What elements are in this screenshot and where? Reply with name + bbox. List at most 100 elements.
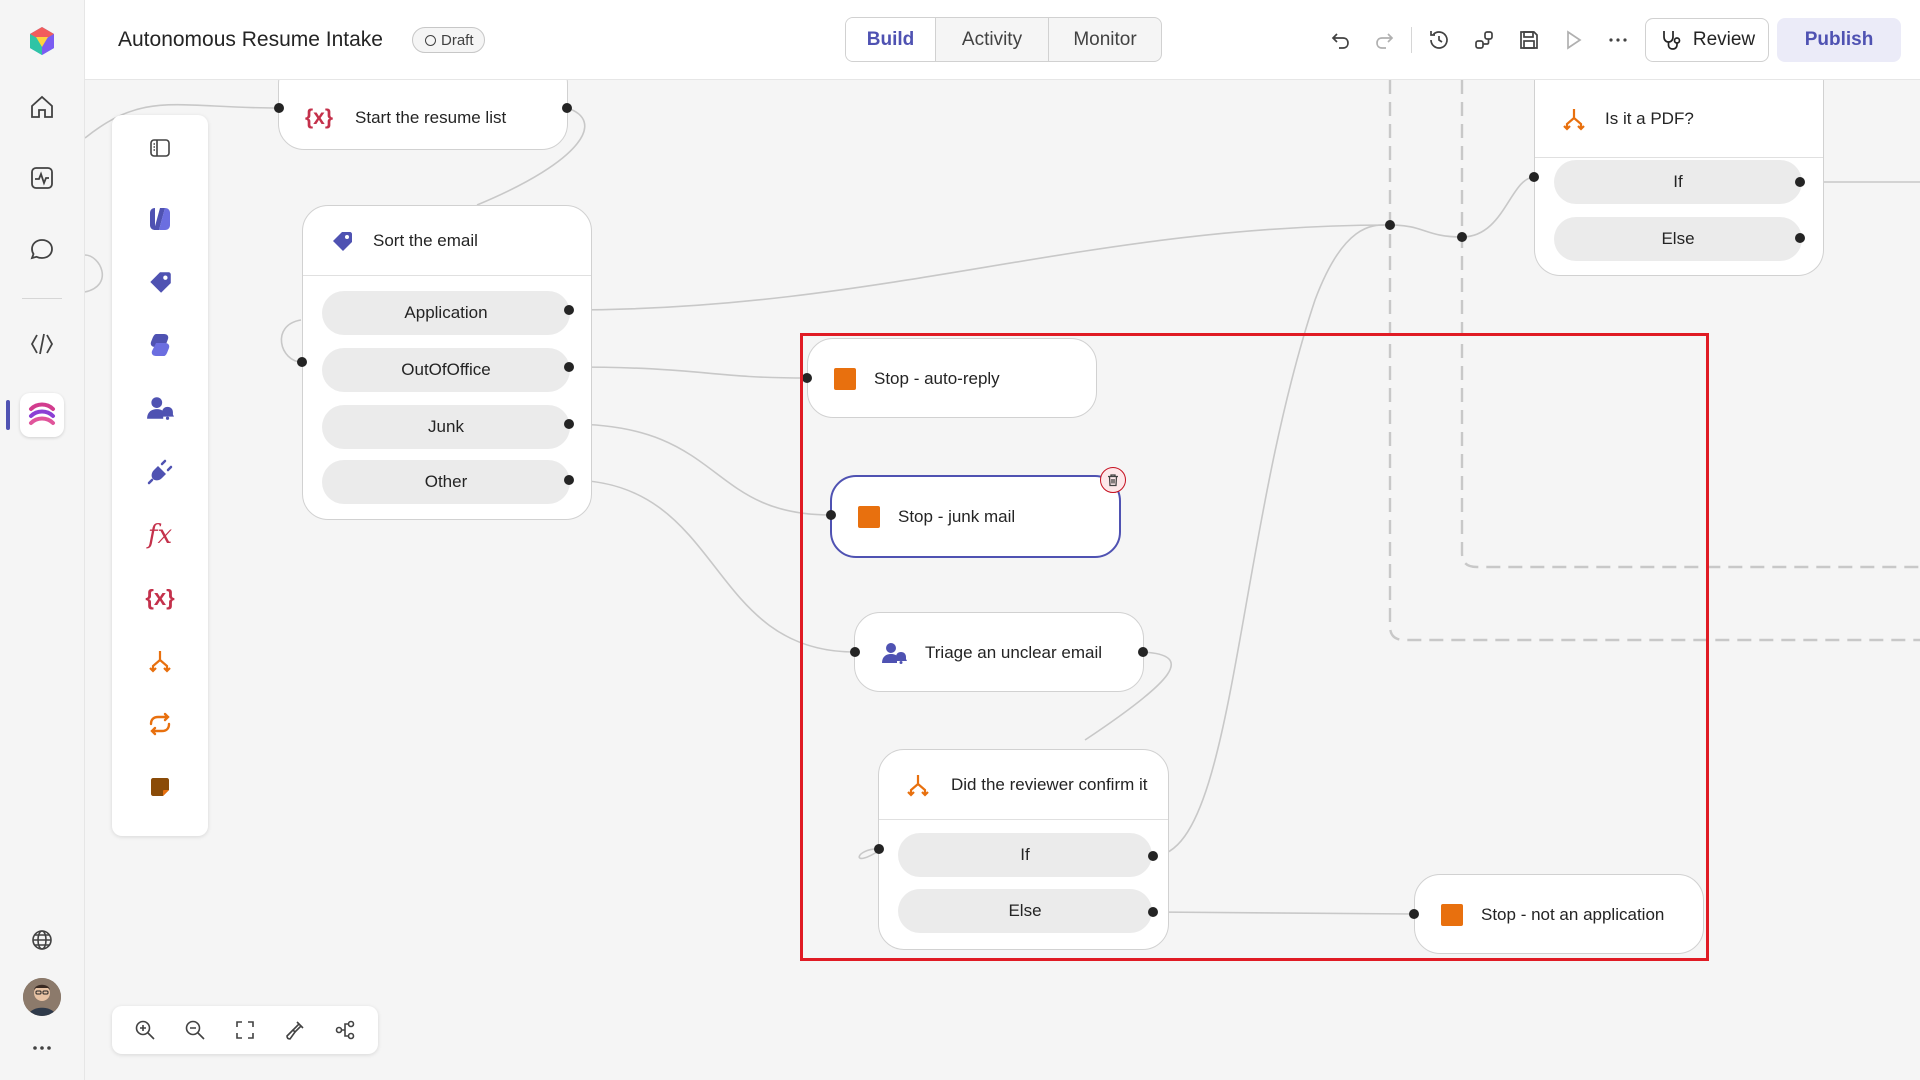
- stop-icon: [834, 368, 856, 390]
- trash-icon: [1108, 474, 1118, 487]
- loop-icon[interactable]: [140, 704, 180, 744]
- condition-icon: [907, 774, 929, 797]
- more-icon[interactable]: [20, 1026, 64, 1070]
- node-reviewer-confirm[interactable]: Did the reviewer confirm it If Else: [878, 749, 1169, 950]
- node-stop-not-application[interactable]: Stop - not an application: [1414, 874, 1704, 954]
- app-logo[interactable]: [20, 19, 64, 63]
- note-icon[interactable]: [140, 767, 180, 807]
- history-icon[interactable]: [1421, 22, 1457, 58]
- wire-reviewer-if: [1152, 224, 1391, 857]
- port-out-application[interactable]: [564, 305, 574, 315]
- review-label: Review: [1692, 29, 1756, 50]
- chat-icon[interactable]: [20, 228, 64, 272]
- wire-left-edge: [85, 254, 104, 293]
- branch-junk[interactable]: Junk: [322, 405, 570, 449]
- port-in[interactable]: [850, 647, 860, 657]
- port-out-if[interactable]: [1148, 851, 1158, 861]
- wire-other: [568, 479, 856, 653]
- port-in[interactable]: [297, 357, 307, 367]
- agent-icon[interactable]: [140, 199, 180, 239]
- fit-view-icon[interactable]: [227, 1012, 263, 1048]
- status-badge: Draft: [412, 27, 485, 53]
- globe-icon[interactable]: [20, 918, 64, 962]
- flow-canvas[interactable]: {x} Start the resume list Sort the email…: [85, 58, 1920, 1080]
- code-icon[interactable]: [20, 322, 64, 366]
- tab-build[interactable]: Build: [846, 18, 935, 61]
- activity-icon[interactable]: [20, 156, 64, 200]
- stop-icon: [1441, 904, 1463, 926]
- human-review-icon: [882, 643, 907, 664]
- formula-icon[interactable]: fx: [140, 515, 180, 555]
- draft-circle-icon: [425, 34, 436, 46]
- branch-if[interactable]: If: [898, 833, 1152, 877]
- branch-other[interactable]: Other: [322, 460, 570, 504]
- node-label: Start the resume list: [355, 108, 507, 127]
- stop-icon: [858, 506, 880, 528]
- port-out-else[interactable]: [1148, 907, 1158, 917]
- port-out[interactable]: [1138, 647, 1148, 657]
- port-in[interactable]: [1529, 172, 1539, 182]
- variable-icon[interactable]: {x}: [140, 578, 180, 618]
- tag-icon[interactable]: [140, 262, 180, 302]
- publish-button[interactable]: Publish: [1777, 18, 1901, 62]
- stethoscope-icon: [1662, 31, 1681, 50]
- port-out-other[interactable]: [564, 475, 574, 485]
- port-in[interactable]: [274, 103, 284, 113]
- port-in[interactable]: [874, 844, 884, 854]
- junction-dot: [1385, 220, 1395, 230]
- connections-icon[interactable]: [1466, 22, 1502, 58]
- node-stop-auto-reply[interactable]: Stop - auto-reply: [807, 338, 1097, 418]
- play-icon[interactable]: [1555, 22, 1591, 58]
- node-stop-junk-mail[interactable]: Stop - junk mail: [830, 475, 1121, 558]
- node-label: Triage an unclear email: [925, 643, 1103, 662]
- zoom-in-icon[interactable]: [127, 1012, 163, 1048]
- panel-toggle-icon[interactable]: [140, 128, 180, 168]
- status-badge-label: Draft: [441, 31, 474, 49]
- port-in[interactable]: [802, 373, 812, 383]
- save-icon[interactable]: [1511, 22, 1547, 58]
- tab-monitor[interactable]: Monitor: [1048, 18, 1161, 61]
- port-out-if[interactable]: [1795, 177, 1805, 187]
- node-is-pdf[interactable]: Is it a PDF? If Else: [1534, 80, 1824, 276]
- tab-activity[interactable]: Activity: [935, 18, 1048, 61]
- port-out[interactable]: [562, 103, 572, 113]
- home-icon[interactable]: [20, 85, 64, 129]
- layout-icon[interactable]: [327, 1012, 363, 1048]
- clean-up-icon[interactable]: [277, 1012, 313, 1048]
- node-sort-email[interactable]: Sort the email Application OutOfOffice J…: [302, 205, 592, 520]
- redo-icon[interactable]: [1367, 22, 1403, 58]
- variable-icon: {x}: [305, 106, 334, 129]
- avatar[interactable]: [23, 978, 61, 1016]
- zoom-out-icon[interactable]: [177, 1012, 213, 1048]
- rail-divider: [22, 298, 62, 299]
- review-button[interactable]: Review: [1645, 18, 1769, 62]
- condition-icon[interactable]: [140, 641, 180, 681]
- branch-if[interactable]: If: [1554, 160, 1802, 204]
- delete-button[interactable]: [1100, 467, 1126, 493]
- copilot-icon[interactable]: [140, 325, 180, 365]
- port-out-junk[interactable]: [564, 419, 574, 429]
- node-label: Stop - auto-reply: [874, 369, 1000, 388]
- connector-icon[interactable]: [140, 452, 180, 492]
- undo-icon[interactable]: [1322, 22, 1358, 58]
- branch-outofoffice[interactable]: OutOfOffice: [322, 348, 570, 392]
- human-review-icon[interactable]: [140, 388, 180, 428]
- branch-application[interactable]: Application: [322, 291, 570, 335]
- port-out-else[interactable]: [1795, 233, 1805, 243]
- wire-junk: [568, 423, 832, 516]
- port-in[interactable]: [1409, 909, 1419, 919]
- active-indicator: [6, 400, 10, 430]
- junction-dot: [1457, 232, 1467, 242]
- port-out-outofoffice[interactable]: [564, 362, 574, 372]
- port-in[interactable]: [826, 510, 836, 520]
- node-label: Stop - not an application: [1481, 905, 1665, 924]
- condition-icon: [1563, 108, 1585, 131]
- node-label: Stop - junk mail: [898, 507, 1016, 526]
- flow-icon[interactable]: [20, 393, 64, 437]
- more-options-icon[interactable]: [1600, 22, 1636, 58]
- node-triage-unclear[interactable]: Triage an unclear email: [854, 612, 1144, 692]
- branch-else[interactable]: Else: [1554, 217, 1802, 261]
- wire-sort-loop: [280, 319, 303, 363]
- branch-else[interactable]: Else: [898, 889, 1152, 933]
- top-bar: Autonomous Resume Intake Draft Build Act…: [85, 0, 1920, 80]
